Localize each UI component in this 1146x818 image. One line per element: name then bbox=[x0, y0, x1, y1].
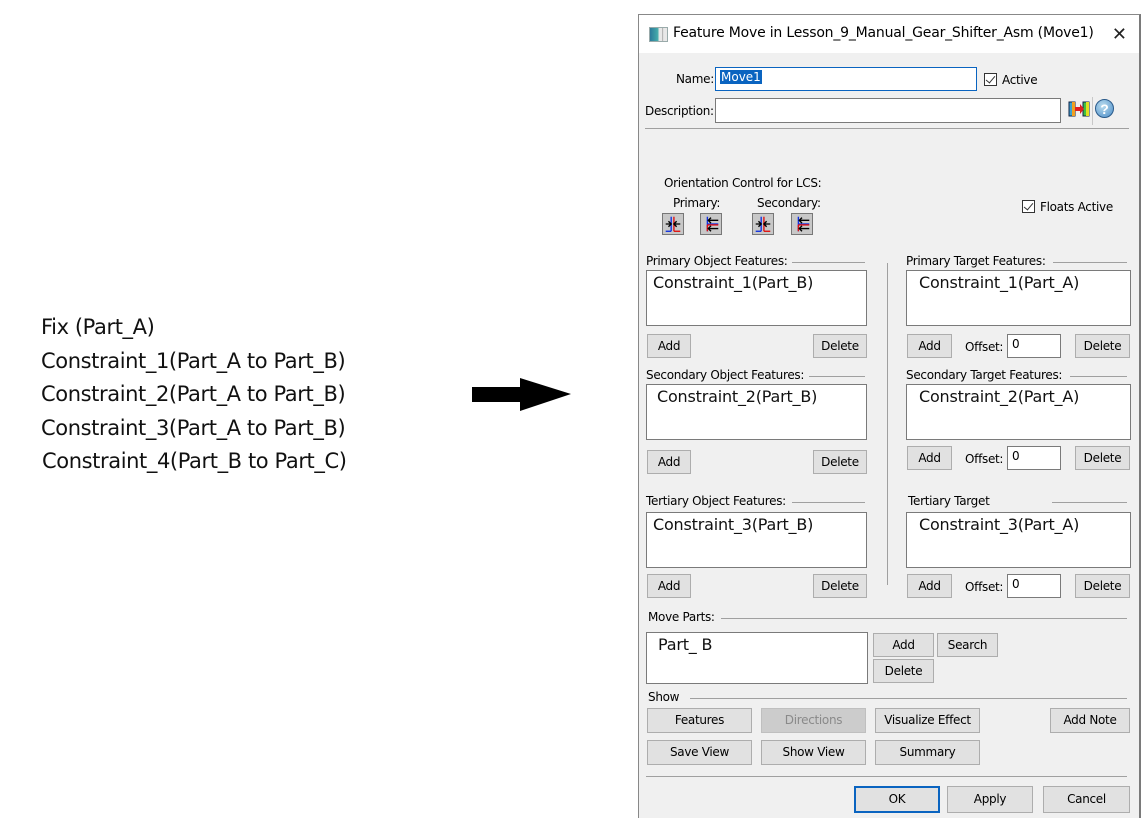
divider bbox=[721, 618, 1127, 619]
visualize-effect-button[interactable]: Visualize Effect bbox=[875, 708, 980, 733]
list-item[interactable]: Constraint_3(Part_A) bbox=[919, 515, 1124, 534]
tertiary-target-add-button[interactable]: Add bbox=[907, 574, 952, 598]
primary-offset-label: Offset: bbox=[965, 340, 1004, 354]
constraint-list-item: Constraint_1(Part_A to Part_B) bbox=[41, 348, 346, 373]
list-item[interactable]: Part_ B bbox=[658, 635, 861, 654]
tertiary-offset-input[interactable]: 0 bbox=[1007, 574, 1061, 598]
name-label: Name: bbox=[676, 72, 714, 86]
primary-object-list[interactable]: Constraint_1(Part_B) bbox=[646, 270, 867, 326]
primary-target-add-button[interactable]: Add bbox=[907, 334, 952, 358]
secondary-object-add-button[interactable]: Add bbox=[647, 450, 691, 474]
primary-object-delete-button[interactable]: Delete bbox=[813, 334, 867, 358]
divider bbox=[1070, 376, 1127, 377]
secondary-orientation-label: Secondary: bbox=[757, 196, 821, 210]
active-checkbox[interactable] bbox=[984, 73, 997, 86]
tertiary-object-add-button[interactable]: Add bbox=[647, 574, 691, 598]
divider bbox=[1092, 97, 1093, 125]
list-item[interactable]: Constraint_3(Part_B) bbox=[653, 515, 860, 534]
list-item[interactable]: Constraint_2(Part_A) bbox=[919, 387, 1124, 406]
divider bbox=[690, 698, 1127, 699]
divider bbox=[809, 376, 865, 377]
constraint-list-item: Constraint_3(Part_A to Part_B) bbox=[41, 415, 346, 440]
secondary-object-list[interactable]: Constraint_2(Part_B) bbox=[646, 384, 867, 440]
column-divider bbox=[887, 263, 888, 585]
divider bbox=[792, 262, 865, 263]
secondary-object-delete-button[interactable]: Delete bbox=[813, 450, 867, 474]
tertiary-object-list[interactable]: Constraint_3(Part_B) bbox=[646, 512, 867, 568]
secondary-offset-label: Offset: bbox=[965, 452, 1004, 466]
list-item[interactable]: Constraint_1(Part_A) bbox=[919, 273, 1124, 292]
constraint-list-item: Fix (Part_A) bbox=[41, 315, 155, 339]
feature-move-dialog: Feature Move in Lesson_9_Manual_Gear_Shi… bbox=[638, 14, 1141, 818]
name-value: Move1 bbox=[720, 70, 762, 84]
directions-button[interactable]: Directions bbox=[761, 708, 866, 733]
divider bbox=[646, 776, 1127, 777]
divider bbox=[792, 502, 865, 503]
constraint-list-item: Constraint_2(Part_A to Part_B) bbox=[41, 382, 346, 406]
window-icon bbox=[649, 27, 668, 42]
tertiary-object-label: Tertiary Object Features: bbox=[646, 494, 786, 508]
floats-active-checkbox[interactable] bbox=[1022, 200, 1035, 213]
primary-align-icon[interactable] bbox=[662, 213, 684, 235]
features-button[interactable]: Features bbox=[647, 708, 752, 733]
floats-active-label: Floats Active bbox=[1040, 200, 1113, 214]
primary-target-label: Primary Target Features: bbox=[906, 254, 1046, 268]
secondary-target-add-button[interactable]: Add bbox=[907, 446, 952, 470]
move-parts-add-button[interactable]: Add bbox=[873, 633, 934, 657]
move-parts-search-button[interactable]: Search bbox=[937, 633, 998, 657]
tertiary-target-delete-button[interactable]: Delete bbox=[1075, 574, 1130, 598]
title-bar: Feature Move in Lesson_9_Manual_Gear_Shi… bbox=[639, 15, 1139, 53]
save-view-button[interactable]: Save View bbox=[647, 740, 752, 765]
secondary-align-icon[interactable] bbox=[752, 213, 774, 235]
primary-target-list[interactable]: Constraint_1(Part_A) bbox=[906, 270, 1131, 326]
tertiary-offset-label: Offset: bbox=[965, 580, 1004, 594]
description-input[interactable] bbox=[715, 98, 1061, 123]
tertiary-object-delete-button[interactable]: Delete bbox=[813, 574, 867, 598]
show-label: Show bbox=[648, 690, 680, 704]
orientation-label: Orientation Control for LCS: bbox=[664, 176, 822, 190]
primary-target-delete-button[interactable]: Delete bbox=[1075, 334, 1130, 358]
show-view-button[interactable]: Show View bbox=[761, 740, 866, 765]
divider bbox=[1052, 502, 1127, 503]
tertiary-target-label: Tertiary Target bbox=[908, 494, 990, 508]
help-icon[interactable]: ? bbox=[1095, 99, 1114, 118]
list-item[interactable]: Constraint_1(Part_B) bbox=[653, 273, 860, 292]
list-item[interactable]: Constraint_2(Part_B) bbox=[657, 387, 860, 406]
move-parts-list[interactable]: Part_ B bbox=[646, 632, 868, 684]
secondary-orient-icon[interactable] bbox=[791, 213, 813, 235]
primary-object-label: Primary Object Features: bbox=[646, 254, 788, 268]
name-input[interactable]: Move1 bbox=[715, 67, 977, 91]
primary-orientation-label: Primary: bbox=[673, 196, 721, 210]
tertiary-target-list[interactable]: Constraint_3(Part_A) bbox=[906, 512, 1131, 568]
active-label: Active bbox=[1002, 73, 1038, 87]
secondary-object-label: Secondary Object Features: bbox=[646, 368, 805, 382]
constraint-list-item: Constraint_4(Part_B to Part_C) bbox=[42, 449, 347, 473]
secondary-target-delete-button[interactable]: Delete bbox=[1075, 446, 1130, 470]
description-label: Description: bbox=[645, 104, 714, 118]
divider bbox=[645, 128, 1129, 129]
apply-button[interactable]: Apply bbox=[947, 786, 1033, 813]
move-parts-delete-button[interactable]: Delete bbox=[873, 659, 934, 683]
summary-button[interactable]: Summary bbox=[875, 740, 980, 765]
right-arrow-icon bbox=[472, 378, 571, 411]
primary-object-add-button[interactable]: Add bbox=[647, 334, 691, 358]
add-note-button[interactable]: Add Note bbox=[1050, 708, 1130, 733]
move-feature-icon[interactable] bbox=[1068, 99, 1092, 119]
primary-offset-input[interactable]: 0 bbox=[1007, 334, 1061, 358]
constraint-list: Fix (Part_A) Constraint_1(Part_A to Part… bbox=[41, 312, 347, 480]
ok-button[interactable]: OK bbox=[854, 786, 940, 813]
secondary-offset-input[interactable]: 0 bbox=[1007, 446, 1061, 470]
primary-orient-icon[interactable] bbox=[700, 213, 722, 235]
divider bbox=[1053, 262, 1127, 263]
secondary-target-list[interactable]: Constraint_2(Part_A) bbox=[906, 384, 1131, 440]
cancel-button[interactable]: Cancel bbox=[1043, 786, 1130, 813]
dialog-title: Feature Move in Lesson_9_Manual_Gear_Shi… bbox=[673, 25, 1094, 41]
move-parts-label: Move Parts: bbox=[648, 610, 715, 624]
close-icon[interactable]: ✕ bbox=[1112, 24, 1127, 45]
secondary-target-label: Secondary Target Features: bbox=[906, 368, 1063, 382]
